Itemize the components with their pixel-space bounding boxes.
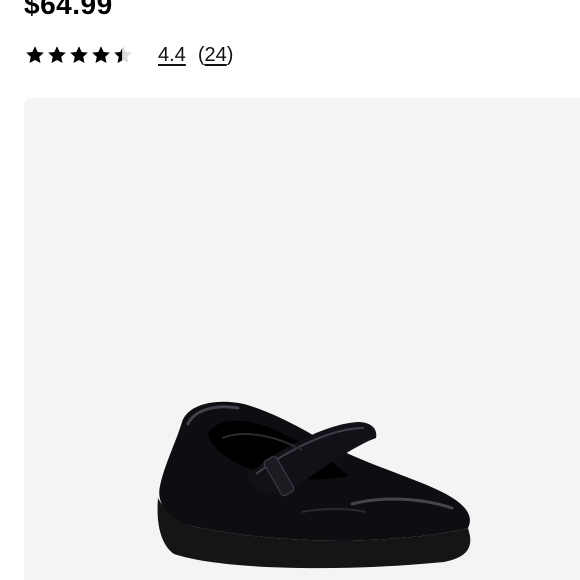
star-full-icon xyxy=(92,46,110,63)
product-page: $64.99 4.4 (24) xyxy=(0,0,580,580)
product-price: $64.99 xyxy=(24,0,113,20)
rating-row: 4.4 (24) xyxy=(24,40,233,70)
rating-value-link[interactable]: 4.4 xyxy=(158,44,186,67)
star-full-icon xyxy=(70,46,88,63)
star-rating[interactable] xyxy=(24,44,134,66)
product-image-gallery[interactable] xyxy=(24,98,580,580)
review-count-link[interactable]: (24) xyxy=(198,44,234,67)
star-full-icon xyxy=(26,46,44,63)
product-image xyxy=(157,401,471,569)
review-count-number: 24 xyxy=(204,43,227,66)
star-partial-icon xyxy=(114,46,132,63)
review-count-close: ) xyxy=(226,43,234,66)
star-full-icon xyxy=(48,46,66,63)
